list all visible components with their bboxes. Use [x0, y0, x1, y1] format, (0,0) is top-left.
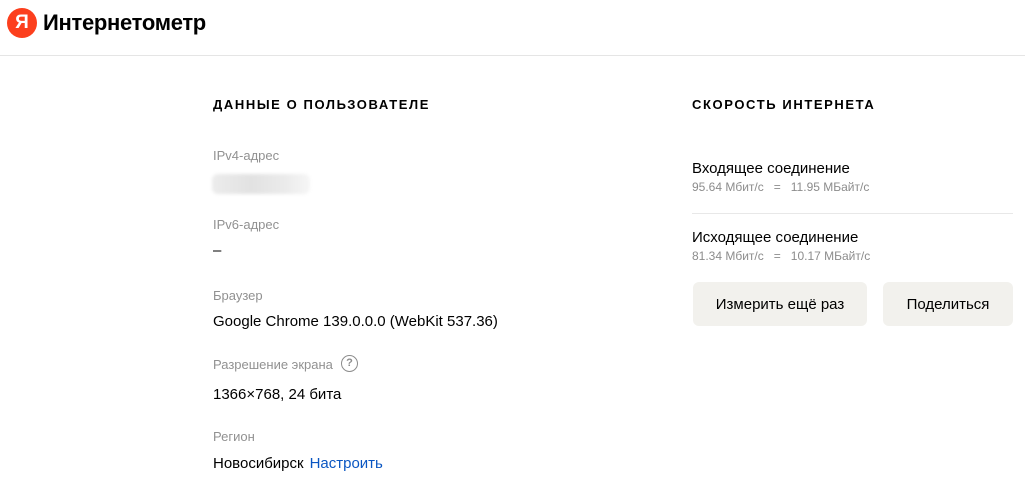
- browser-label: Браузер: [213, 288, 263, 303]
- region-configure-link[interactable]: Настроить: [310, 455, 383, 472]
- header: Я Интернетометр: [0, 0, 1025, 56]
- download-title: Входящее соединение: [692, 160, 850, 177]
- speed-divider: [692, 213, 1013, 214]
- upload-value: 81.34 Мбит/с = 10.17 МБайт/с: [692, 249, 871, 263]
- resolution-label: Разрешение экрана: [213, 357, 333, 372]
- help-icon[interactable]: ?: [341, 355, 358, 372]
- share-button[interactable]: Поделиться: [883, 282, 1013, 326]
- measure-again-button[interactable]: Измерить ещё раз: [693, 282, 867, 326]
- browser-value: Google Chrome 139.0.0.0 (WebKit 537.36): [213, 313, 498, 330]
- app-title[interactable]: Интернетометр: [43, 9, 206, 37]
- region-label: Регион: [213, 429, 255, 444]
- yandex-logo-icon[interactable]: Я: [7, 8, 37, 38]
- ipv6-value: –: [213, 242, 222, 259]
- upload-title: Исходящее соединение: [692, 229, 859, 246]
- ipv6-label: IPv6-адрес: [213, 217, 280, 232]
- ipv4-label: IPv4-адрес: [213, 148, 280, 163]
- ipv4-value-blurred: [212, 174, 310, 194]
- download-value: 95.64 Мбит/с = 11.95 МБайт/с: [692, 180, 870, 194]
- speed-title: СКОРОСТЬ ИНТЕРНЕТА: [692, 97, 876, 112]
- user-data-title: ДАННЫЕ О ПОЛЬЗОВАТЕЛЕ: [213, 97, 431, 112]
- region-value: Новосибирск: [213, 455, 304, 472]
- region-row: Новосибирск Настроить: [213, 455, 383, 473]
- resolution-value: 1366×768, 24 бита: [213, 386, 342, 403]
